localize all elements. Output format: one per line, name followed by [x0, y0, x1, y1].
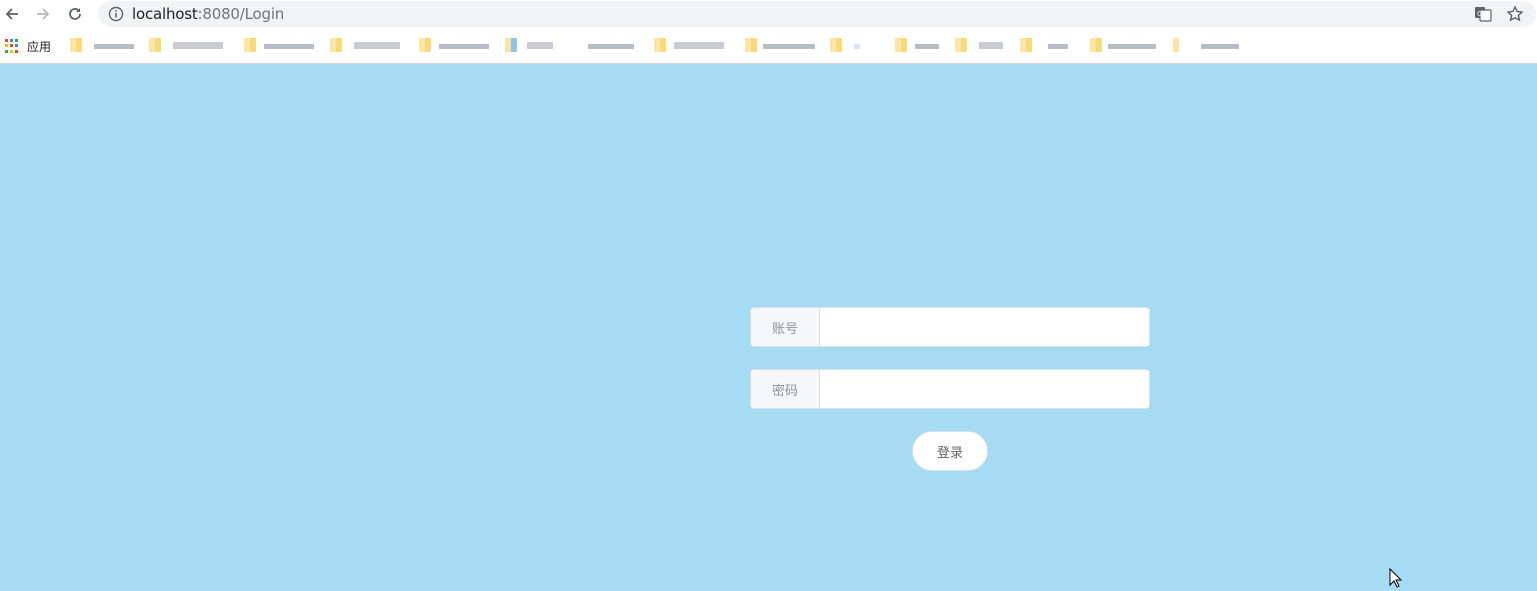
bookmark-folder[interactable] [654, 37, 729, 55]
forward-arrow-icon [37, 8, 50, 20]
url-text: localhost:8080/Login [132, 5, 284, 23]
folder-icon [1090, 38, 1102, 52]
bookmark-folder[interactable] [70, 37, 140, 55]
folder-icon [830, 38, 842, 52]
login-form: 账号 密码 登录 [750, 307, 1150, 471]
bookmark-folder[interactable] [419, 37, 494, 55]
reload-icon [69, 8, 81, 20]
account-label: 账号 [751, 308, 820, 346]
bookmarks-bar: 应用 [0, 29, 1537, 64]
svg-text:G: G [1477, 10, 1482, 18]
bookmark-folder[interactable] [330, 37, 405, 55]
account-field: 账号 [750, 307, 1150, 347]
apps-label[interactable]: 应用 [27, 38, 51, 55]
bookmark-folder[interactable] [149, 37, 229, 55]
url-host: localhost [132, 5, 198, 23]
site-icon [1173, 38, 1179, 52]
forward-button[interactable] [33, 4, 53, 24]
mouse-cursor-icon [1389, 568, 1403, 588]
bookmark-folder[interactable] [895, 37, 945, 55]
folder-icon [654, 38, 666, 52]
url-path: :8080/Login [197, 5, 285, 23]
apps-grid-icon[interactable] [5, 39, 19, 53]
bookmark-folder[interactable] [1020, 37, 1075, 55]
folder-icon [244, 38, 256, 52]
address-bar[interactable]: localhost:8080/Login G [98, 1, 1536, 27]
bookmark-folder[interactable] [745, 37, 820, 55]
translate-icon[interactable]: G [1474, 5, 1492, 23]
bookmark-link[interactable] [570, 37, 640, 55]
bookmark-link[interactable] [505, 37, 560, 55]
site-info-icon[interactable] [108, 6, 124, 22]
folder-icon [895, 38, 907, 52]
back-arrow-icon [5, 8, 18, 20]
bookmark-folder[interactable] [244, 37, 319, 55]
login-button[interactable]: 登录 [912, 431, 988, 471]
bookmark-folder[interactable] [955, 37, 1010, 55]
reload-button[interactable] [65, 4, 85, 24]
site-icon [505, 38, 517, 52]
folder-icon [330, 38, 342, 52]
back-button[interactable] [2, 4, 22, 24]
folder-icon [955, 38, 967, 52]
account-input[interactable] [820, 308, 1149, 346]
folder-icon [419, 38, 431, 52]
password-label: 密码 [751, 370, 820, 408]
folder-icon [149, 38, 161, 52]
password-field: 密码 [750, 369, 1150, 409]
folder-icon [70, 38, 82, 52]
password-input[interactable] [820, 370, 1149, 408]
bookmark-link[interactable] [1173, 37, 1243, 55]
bookmark-star-icon[interactable] [1506, 5, 1524, 23]
browser-toolbar: localhost:8080/Login G [0, 0, 1537, 29]
folder-icon [745, 38, 757, 52]
folder-icon [1020, 38, 1032, 52]
bookmark-folder[interactable] [1090, 37, 1160, 55]
bookmark-folder[interactable] [830, 37, 880, 55]
